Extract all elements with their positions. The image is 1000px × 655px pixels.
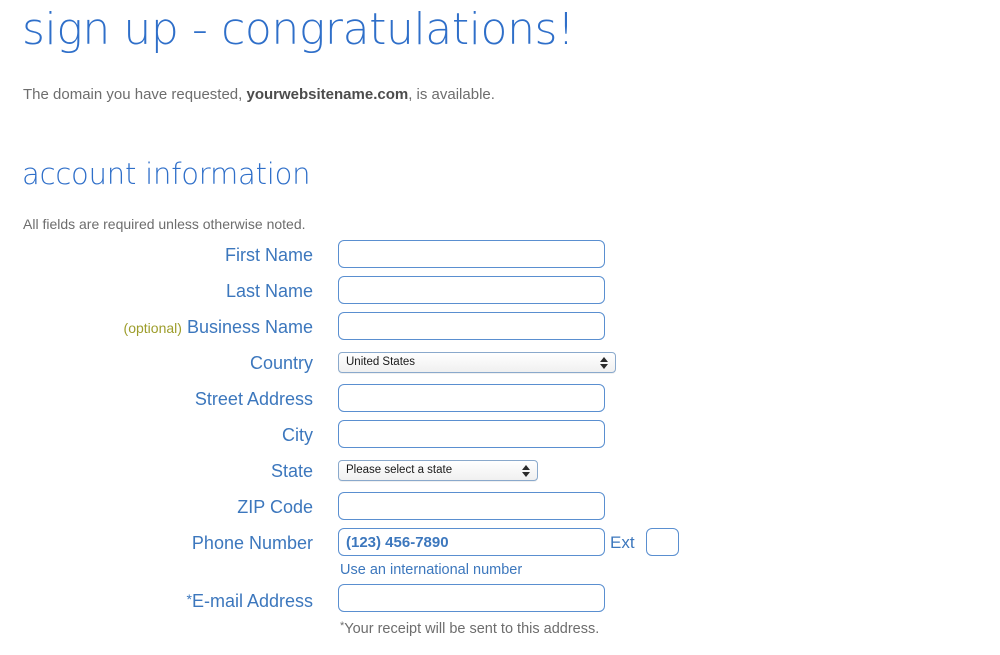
form-row-phone-number: Phone Number Ext Use an international nu… bbox=[0, 528, 1000, 584]
form-row-state: State Please select a state bbox=[0, 456, 1000, 492]
stepper-arrows-icon bbox=[600, 356, 609, 370]
lede-suffix: , is available. bbox=[408, 86, 495, 103]
last-name-field-wrap bbox=[338, 276, 605, 304]
email-address-field-wrap bbox=[338, 584, 605, 612]
section-title-account-information: account information bbox=[22, 157, 311, 191]
city-field-wrap bbox=[338, 420, 605, 448]
street-address-input[interactable] bbox=[338, 384, 605, 412]
business-name-label-text: Business Name bbox=[186, 317, 313, 337]
requested-domain: yourwebsitename.com bbox=[246, 86, 409, 103]
phone-number-label: Phone Number bbox=[191, 533, 313, 553]
first-name-input[interactable] bbox=[338, 240, 605, 268]
first-name-label: First Name bbox=[224, 245, 313, 265]
first-name-field-wrap bbox=[338, 240, 605, 268]
business-name-input[interactable] bbox=[338, 312, 605, 340]
extension-input[interactable] bbox=[646, 528, 679, 556]
email-address-input[interactable] bbox=[338, 584, 605, 612]
country-field-wrap: United States bbox=[338, 352, 616, 378]
form-row-zip-code: ZIP Code bbox=[0, 492, 1000, 528]
phone-number-field-wrap bbox=[338, 528, 605, 556]
lede-prefix: The domain you have requested, bbox=[23, 86, 247, 103]
city-input[interactable] bbox=[338, 420, 605, 448]
stepper-arrows-icon bbox=[522, 464, 531, 478]
email-address-label: *E-mail Address bbox=[0, 586, 314, 614]
city-label: City bbox=[282, 425, 313, 445]
phone-number-input[interactable] bbox=[338, 528, 605, 556]
country-select-value: United States bbox=[346, 356, 416, 368]
page-title: sign up - congratulations! bbox=[22, 4, 575, 55]
zip-code-input[interactable] bbox=[338, 492, 605, 520]
zip-code-label: ZIP Code bbox=[237, 497, 313, 517]
form-row-street-address: Street Address bbox=[0, 384, 1000, 420]
street-address-label: Street Address bbox=[194, 389, 313, 409]
state-field-wrap: Please select a state bbox=[338, 460, 538, 486]
email-receipt-note: *Your receipt will be sent to this addre… bbox=[340, 616, 599, 639]
last-name-label: Last Name bbox=[225, 281, 313, 301]
zip-code-field-wrap bbox=[338, 492, 605, 520]
email-address-label-text: E-mail Address bbox=[191, 591, 313, 611]
last-name-input[interactable] bbox=[338, 276, 605, 304]
form-row-country: Country United States bbox=[0, 348, 1000, 384]
business-name-label: (optional) Business Name bbox=[0, 314, 313, 341]
email-note-text: Your receipt will be sent to this addres… bbox=[344, 621, 600, 637]
country-select[interactable]: United States bbox=[338, 352, 616, 373]
account-information-form: First Name Last Name (optional) Business… bbox=[0, 240, 1000, 640]
required-fields-note: All fields are required unless otherwise… bbox=[23, 216, 306, 232]
state-select-value: Please select a state bbox=[346, 464, 453, 476]
form-row-city: City bbox=[0, 420, 1000, 456]
form-row-last-name: Last Name bbox=[0, 276, 1000, 312]
international-number-link[interactable]: Use an international number bbox=[340, 560, 522, 580]
form-row-business-name: (optional) Business Name bbox=[0, 312, 1000, 348]
business-name-field-wrap bbox=[338, 312, 605, 340]
form-row-email-address: *E-mail Address *Your receipt will be se… bbox=[0, 584, 1000, 640]
country-label: Country bbox=[249, 353, 313, 373]
extension-field-wrap bbox=[646, 528, 679, 556]
domain-availability-message: The domain you have requested, yourwebsi… bbox=[23, 84, 495, 106]
business-name-optional-tag: (optional) bbox=[123, 320, 182, 336]
street-address-field-wrap bbox=[338, 384, 605, 412]
state-label: State bbox=[270, 461, 313, 481]
signup-page: sign up - congratulations! The domain yo… bbox=[0, 0, 1000, 655]
extension-label: Ext bbox=[610, 533, 635, 552]
form-row-first-name: First Name bbox=[0, 240, 1000, 276]
state-select[interactable]: Please select a state bbox=[338, 460, 538, 481]
